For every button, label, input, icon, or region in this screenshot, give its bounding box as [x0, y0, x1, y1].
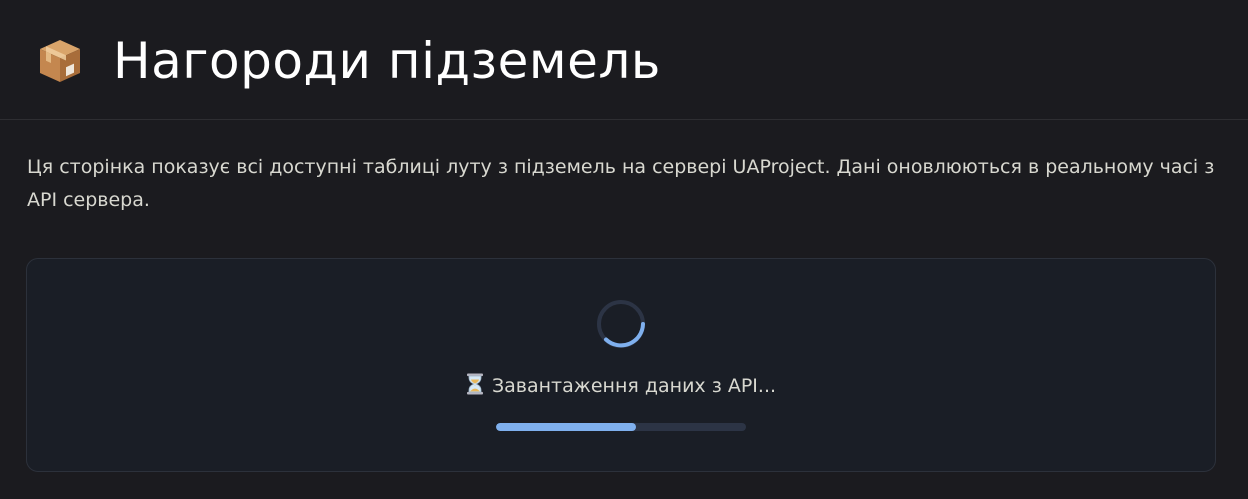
loading-status-text: Завантаження даних з API...: [491, 375, 777, 397]
page-header: Нагороди підземель: [0, 0, 1248, 120]
hourglass-icon: [466, 373, 483, 395]
loading-spinner-icon: [597, 300, 645, 348]
loading-progress-fill: [496, 423, 636, 431]
loading-progress-bar: [496, 423, 746, 431]
page-title: Нагороди підземель: [35, 29, 661, 93]
page-title-text: Нагороди підземель: [113, 32, 661, 90]
loading-card: Завантаження даних з API...: [26, 258, 1216, 472]
page-description: Ця сторінка показує всі доступні таблиці…: [27, 156, 1215, 211]
package-box-icon: [40, 40, 80, 82]
loading-status: Завантаження даних з API...: [27, 372, 1215, 400]
